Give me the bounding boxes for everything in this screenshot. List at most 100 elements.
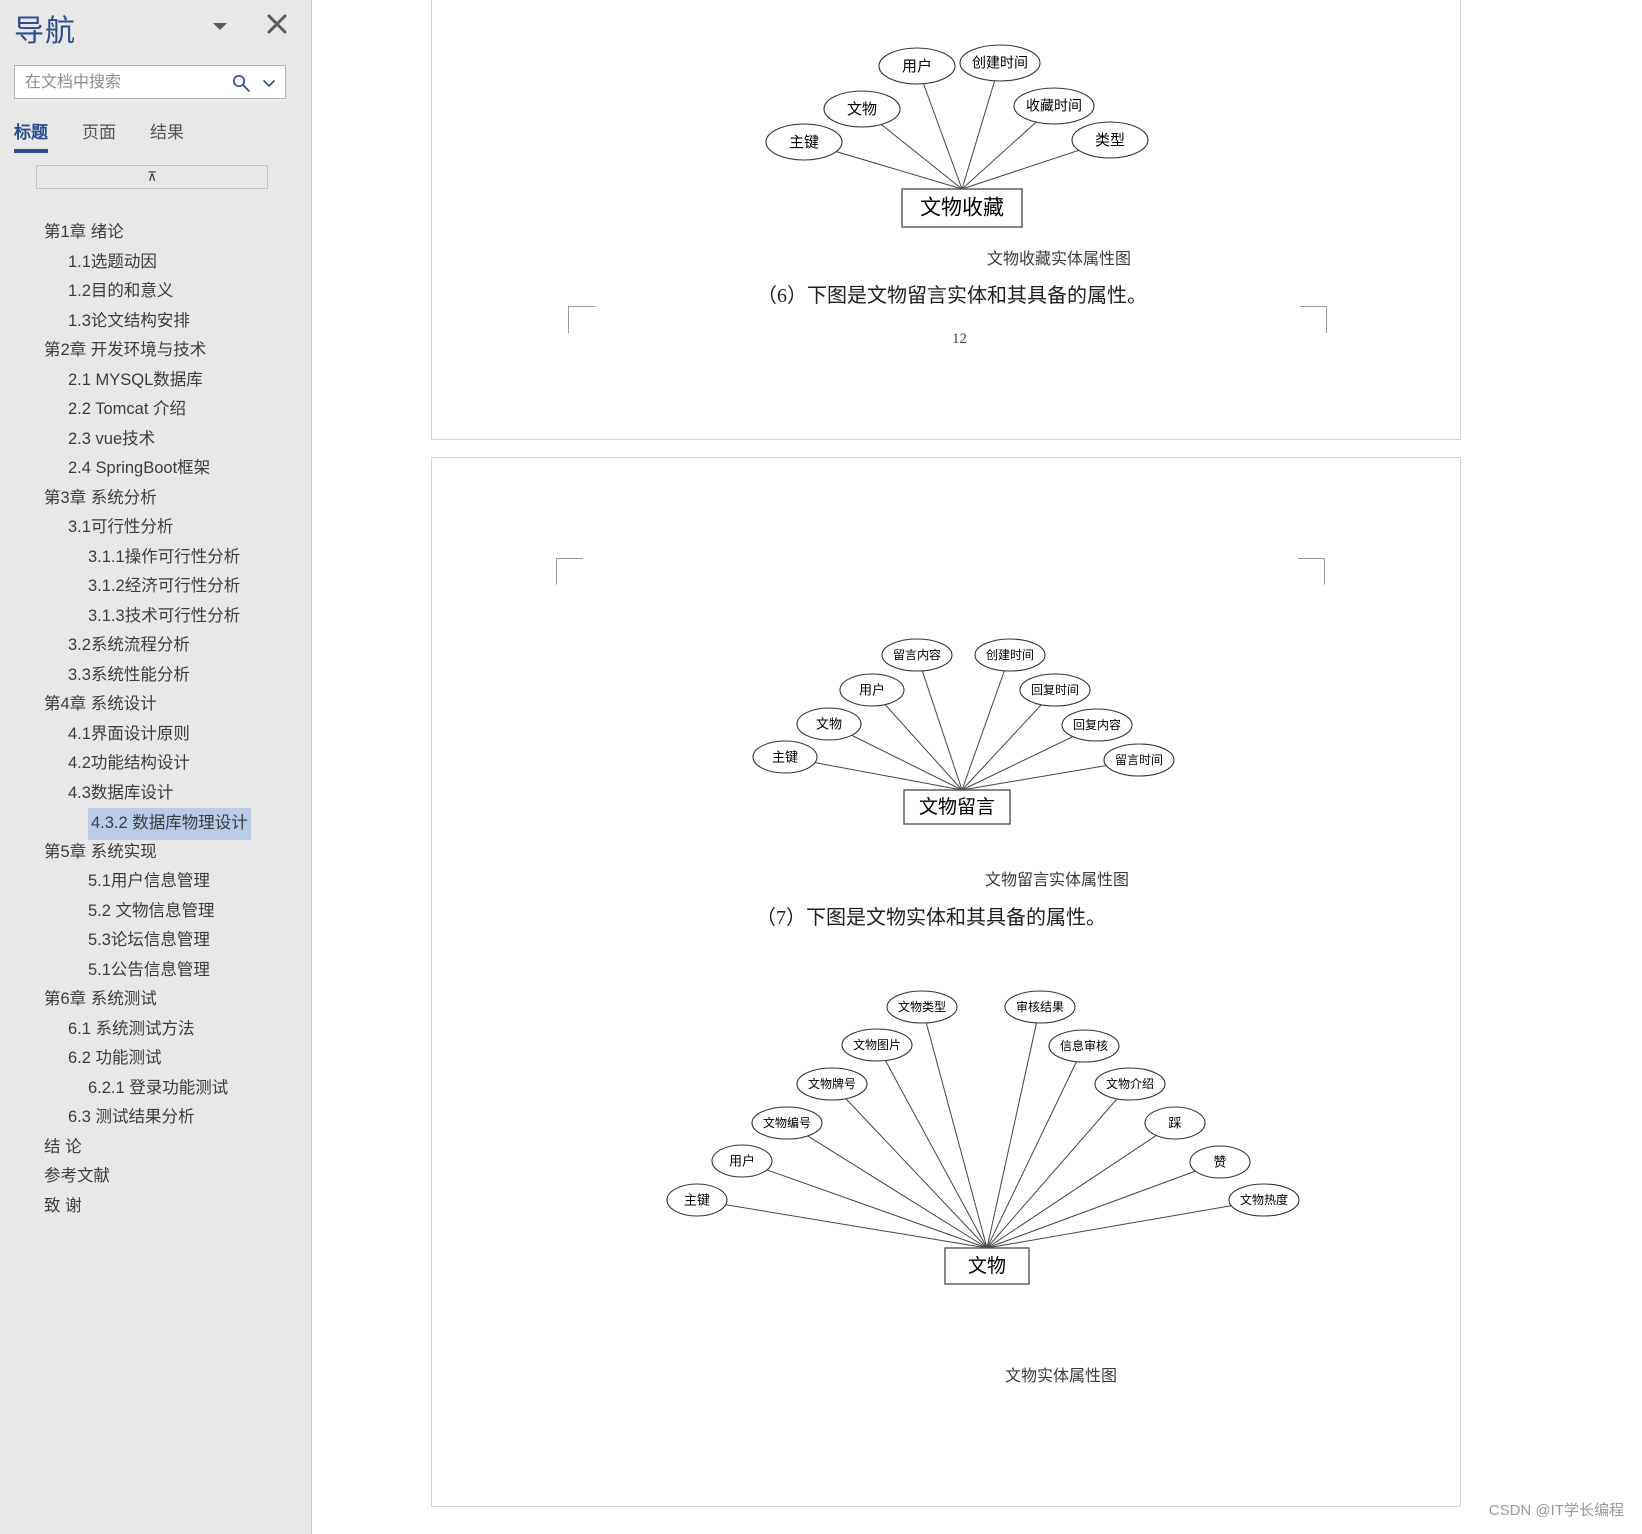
table-of-contents: 第1章 绪论 1.1选题动因 1.2目的和意义 1.3论文结构安排第2章 开发环境与技…: [0, 218, 312, 1221]
toc-item[interactable]: 结 论: [0, 1133, 312, 1163]
svg-text:用户: 用户: [902, 58, 932, 75]
toc-item-label: 结 论: [44, 1137, 82, 1156]
svg-text:文物编号: 文物编号: [763, 1115, 811, 1130]
toc-item[interactable]: 4.3.2 数据库物理设计: [0, 808, 312, 840]
toc-item-label: 参考文献: [44, 1167, 110, 1185]
svg-text:文物收藏: 文物收藏: [920, 197, 1004, 220]
toc-item-label: 4.3.2 数据库物理设计: [88, 808, 251, 840]
toc-item[interactable]: 第2章 开发环境与技术: [0, 336, 312, 366]
close-icon[interactable]: [262, 9, 292, 39]
er-diagram-artifact-message: 主键 文物 用户 留言内容 创建时间 回复时间 回复内容 留言时间 文物留言: [752, 638, 1175, 825]
figure-caption-1: 文物收藏实体属性图: [987, 251, 1132, 268]
tab-pages[interactable]: 页面: [82, 118, 116, 147]
toc-item-label: 3.1.1操作可行性分析: [88, 547, 241, 566]
navigation-header: 导航: [0, 0, 311, 58]
toc-item[interactable]: 3.2系统流程分析: [0, 631, 312, 661]
toc-item[interactable]: 6.3 测试结果分析: [0, 1103, 312, 1133]
crop-mark-top-right: [1298, 558, 1325, 585]
svg-text:文物: 文物: [847, 101, 877, 118]
toc-item[interactable]: 4.2功能结构设计: [0, 749, 312, 779]
toc-item[interactable]: 致 谢: [0, 1192, 312, 1222]
svg-text:回复内容: 回复内容: [1073, 717, 1121, 732]
toc-item[interactable]: 2.4 SpringBoot框架: [0, 454, 312, 484]
toc-item[interactable]: 6.2 功能测试: [0, 1044, 312, 1074]
toc-item[interactable]: 6.2.1 登录功能测试: [0, 1074, 312, 1104]
svg-text:主键: 主键: [772, 749, 798, 764]
svg-text:信息审核: 信息审核: [1060, 1038, 1108, 1053]
toc-item[interactable]: 1.3论文结构安排: [0, 307, 312, 337]
search-box[interactable]: [14, 65, 286, 100]
scroll-top-glyph: ⊼: [147, 169, 157, 184]
toc-item-label: 4.2功能结构设计: [68, 754, 190, 772]
toc-item-label: 6.3 测试结果分析: [68, 1108, 195, 1126]
search-input[interactable]: [23, 66, 237, 100]
crop-mark-top-left: [556, 558, 583, 585]
search-icon[interactable]: [231, 73, 251, 93]
toc-item[interactable]: 3.1.2经济可行性分析: [0, 572, 312, 602]
svg-text:用户: 用户: [859, 682, 885, 697]
svg-text:文物: 文物: [968, 1255, 1006, 1277]
toc-item-label: 2.2 Tomcat 介绍: [68, 400, 186, 418]
toc-item[interactable]: 第1章 绪论: [0, 218, 312, 248]
toc-item-label: 1.1选题动因: [68, 252, 157, 271]
toc-item[interactable]: 5.2 文物信息管理: [0, 897, 312, 927]
toc-item[interactable]: 第6章 系统测试: [0, 985, 312, 1015]
toc-item-label: 1.2目的和意义: [68, 282, 174, 300]
toc-item[interactable]: 1.1选题动因: [0, 248, 312, 278]
scroll-to-top-button[interactable]: ⊼: [36, 165, 268, 189]
crop-mark-bottom-left: [568, 306, 595, 333]
svg-text:赞: 赞: [1213, 1154, 1226, 1169]
toc-item[interactable]: 4.1界面设计原则: [0, 720, 312, 750]
toc-item[interactable]: 第5章 系统实现: [0, 838, 312, 868]
toc-item[interactable]: 参考文献: [0, 1162, 312, 1192]
tab-headings[interactable]: 标题: [14, 118, 48, 153]
toc-item-label: 3.1.2经济可行性分析: [88, 577, 241, 595]
toc-item-label: 2.3 vue技术: [68, 429, 156, 448]
svg-text:文物留言: 文物留言: [919, 796, 995, 818]
svg-text:审核结果: 审核结果: [1016, 999, 1064, 1014]
toc-item-label: 3.2系统流程分析: [68, 636, 190, 654]
svg-text:创建时间: 创建时间: [972, 55, 1028, 71]
toc-item[interactable]: 2.1 MYSQL数据库: [0, 366, 312, 396]
toc-item[interactable]: 4.3数据库设计: [0, 779, 312, 809]
svg-text:文物热度: 文物热度: [1240, 1192, 1288, 1207]
toc-item[interactable]: 3.1.1操作可行性分析: [0, 543, 312, 573]
toc-item[interactable]: 第3章 系统分析: [0, 484, 312, 514]
chevron-down-icon[interactable]: [261, 76, 277, 90]
toc-item[interactable]: 5.1用户信息管理: [0, 867, 312, 897]
toc-item-label: 3.1可行性分析: [68, 518, 174, 536]
svg-text:回复时间: 回复时间: [1031, 683, 1079, 697]
toc-item-label: 5.1公告信息管理: [88, 960, 210, 979]
chevron-down-icon[interactable]: [206, 12, 234, 40]
toc-item-label: 第4章 系统设计: [44, 695, 157, 713]
toc-item-label: 4.1界面设计原则: [68, 724, 190, 743]
toc-item[interactable]: 3.1可行性分析: [0, 513, 312, 543]
svg-text:主键: 主键: [684, 1192, 710, 1207]
svg-text:文物图片: 文物图片: [853, 1037, 901, 1052]
toc-item[interactable]: 2.3 vue技术: [0, 425, 312, 455]
toc-item[interactable]: 5.1公告信息管理: [0, 956, 312, 986]
toc-item-label: 2.1 MYSQL数据库: [68, 370, 203, 389]
page-number: 12: [952, 331, 967, 347]
svg-text:收藏时间: 收藏时间: [1026, 98, 1082, 114]
toc-item[interactable]: 1.2目的和意义: [0, 277, 312, 307]
toc-item-label: 5.2 文物信息管理: [88, 901, 215, 920]
toc-item[interactable]: 5.3论坛信息管理: [0, 926, 312, 956]
svg-text:文物类型: 文物类型: [898, 999, 946, 1014]
toc-item-label: 第5章 系统实现: [44, 842, 157, 861]
toc-item-label: 致 谢: [44, 1196, 82, 1215]
tab-results[interactable]: 结果: [150, 118, 184, 147]
document-page-12: 主键 文物 用户 创建时间 收藏时间 类型 文物收藏 文物收藏实体属性图 （6）…: [431, 0, 1461, 440]
toc-item[interactable]: 3.3系统性能分析: [0, 661, 312, 691]
navigation-pane: 导航 在文档中搜索 标题 页面 结果 ⊼ 第1章 绪论 1.1选题动因 1.2目…: [0, 0, 312, 1534]
toc-item-label: 3.1.3技术可行性分析: [88, 606, 241, 625]
app-root: 导航 在文档中搜索 标题 页面 结果 ⊼ 第1章 绪论 1.1选题动因 1.2目…: [0, 0, 1642, 1534]
toc-item[interactable]: 6.1 系统测试方法: [0, 1015, 312, 1045]
toc-item-label: 6.2 功能测试: [68, 1049, 162, 1067]
toc-item[interactable]: 3.1.3技术可行性分析: [0, 602, 312, 632]
paragraph-7: （7）下图是文物实体和其具备的属性。: [756, 907, 1106, 929]
toc-item[interactable]: 第4章 系统设计: [0, 690, 312, 720]
toc-item[interactable]: 2.2 Tomcat 介绍: [0, 395, 312, 425]
svg-text:文物牌号: 文物牌号: [808, 1076, 856, 1091]
toc-item-label: 1.3论文结构安排: [68, 311, 190, 330]
